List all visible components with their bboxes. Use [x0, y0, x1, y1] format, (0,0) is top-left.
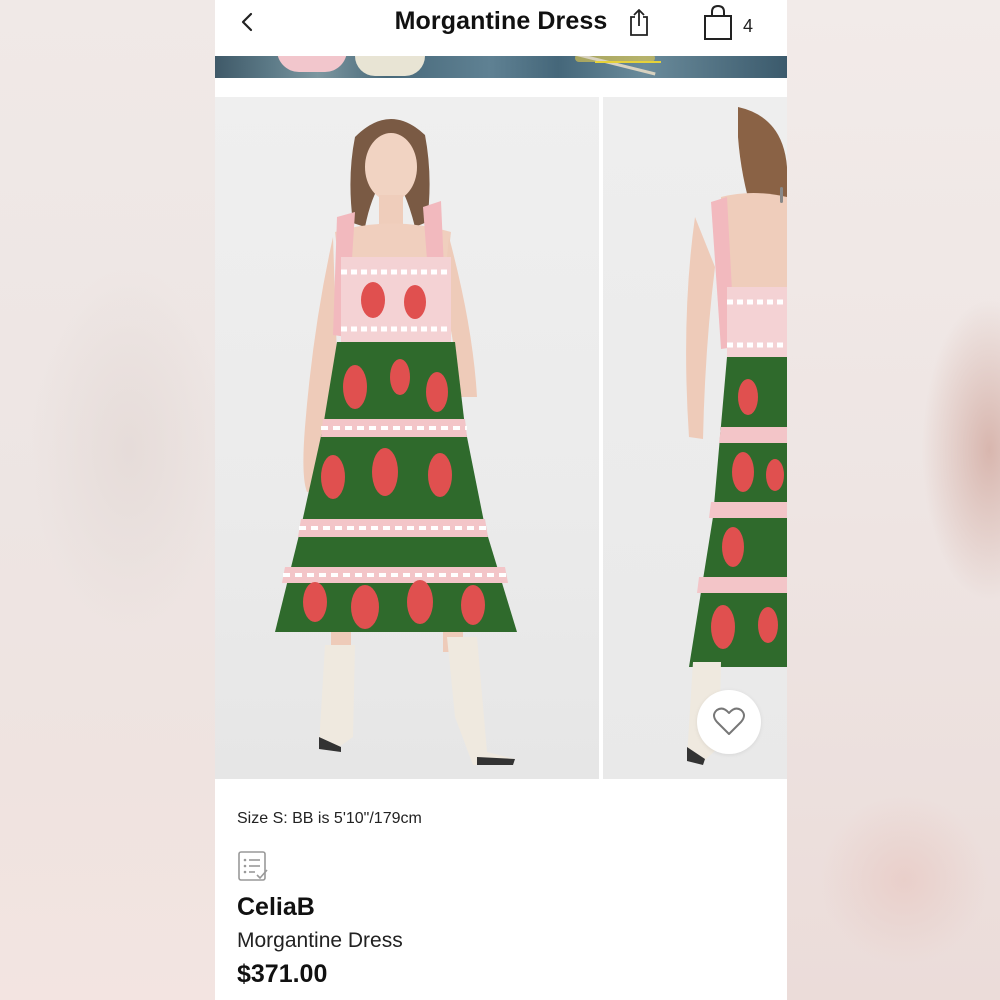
blurred-background-left	[0, 0, 215, 1000]
page-title: Morgantine Dress	[394, 7, 608, 35]
reviews-list-icon[interactable]	[237, 850, 271, 884]
size-note: Size S: BB is 5'10"/179cm	[237, 810, 422, 827]
share-icon[interactable]	[627, 7, 651, 37]
shopping-bag-icon	[704, 5, 732, 40]
product-image-carousel[interactable]	[215, 97, 787, 779]
product-photo-back[interactable]	[603, 97, 787, 779]
favorite-button[interactable]	[697, 690, 761, 754]
scrollbar[interactable]	[780, 187, 783, 203]
heart-icon	[713, 707, 745, 735]
blurred-background-right	[787, 0, 1000, 1000]
app-screen: Morgantine Dress 4 Size S: BB is 5'10"/1…	[215, 0, 787, 1000]
product-price: $371.00	[237, 960, 328, 988]
shopping-bag-button[interactable]: 4	[703, 5, 763, 41]
brand-name[interactable]: CeliaB	[237, 893, 315, 922]
top-navigation-bar: Morgantine Dress 4	[215, 0, 787, 56]
promo-banner-image[interactable]	[215, 56, 787, 78]
product-name: Morgantine Dress	[237, 929, 403, 952]
cart-count-badge: 4	[743, 16, 754, 36]
product-photo-front[interactable]	[215, 97, 599, 779]
